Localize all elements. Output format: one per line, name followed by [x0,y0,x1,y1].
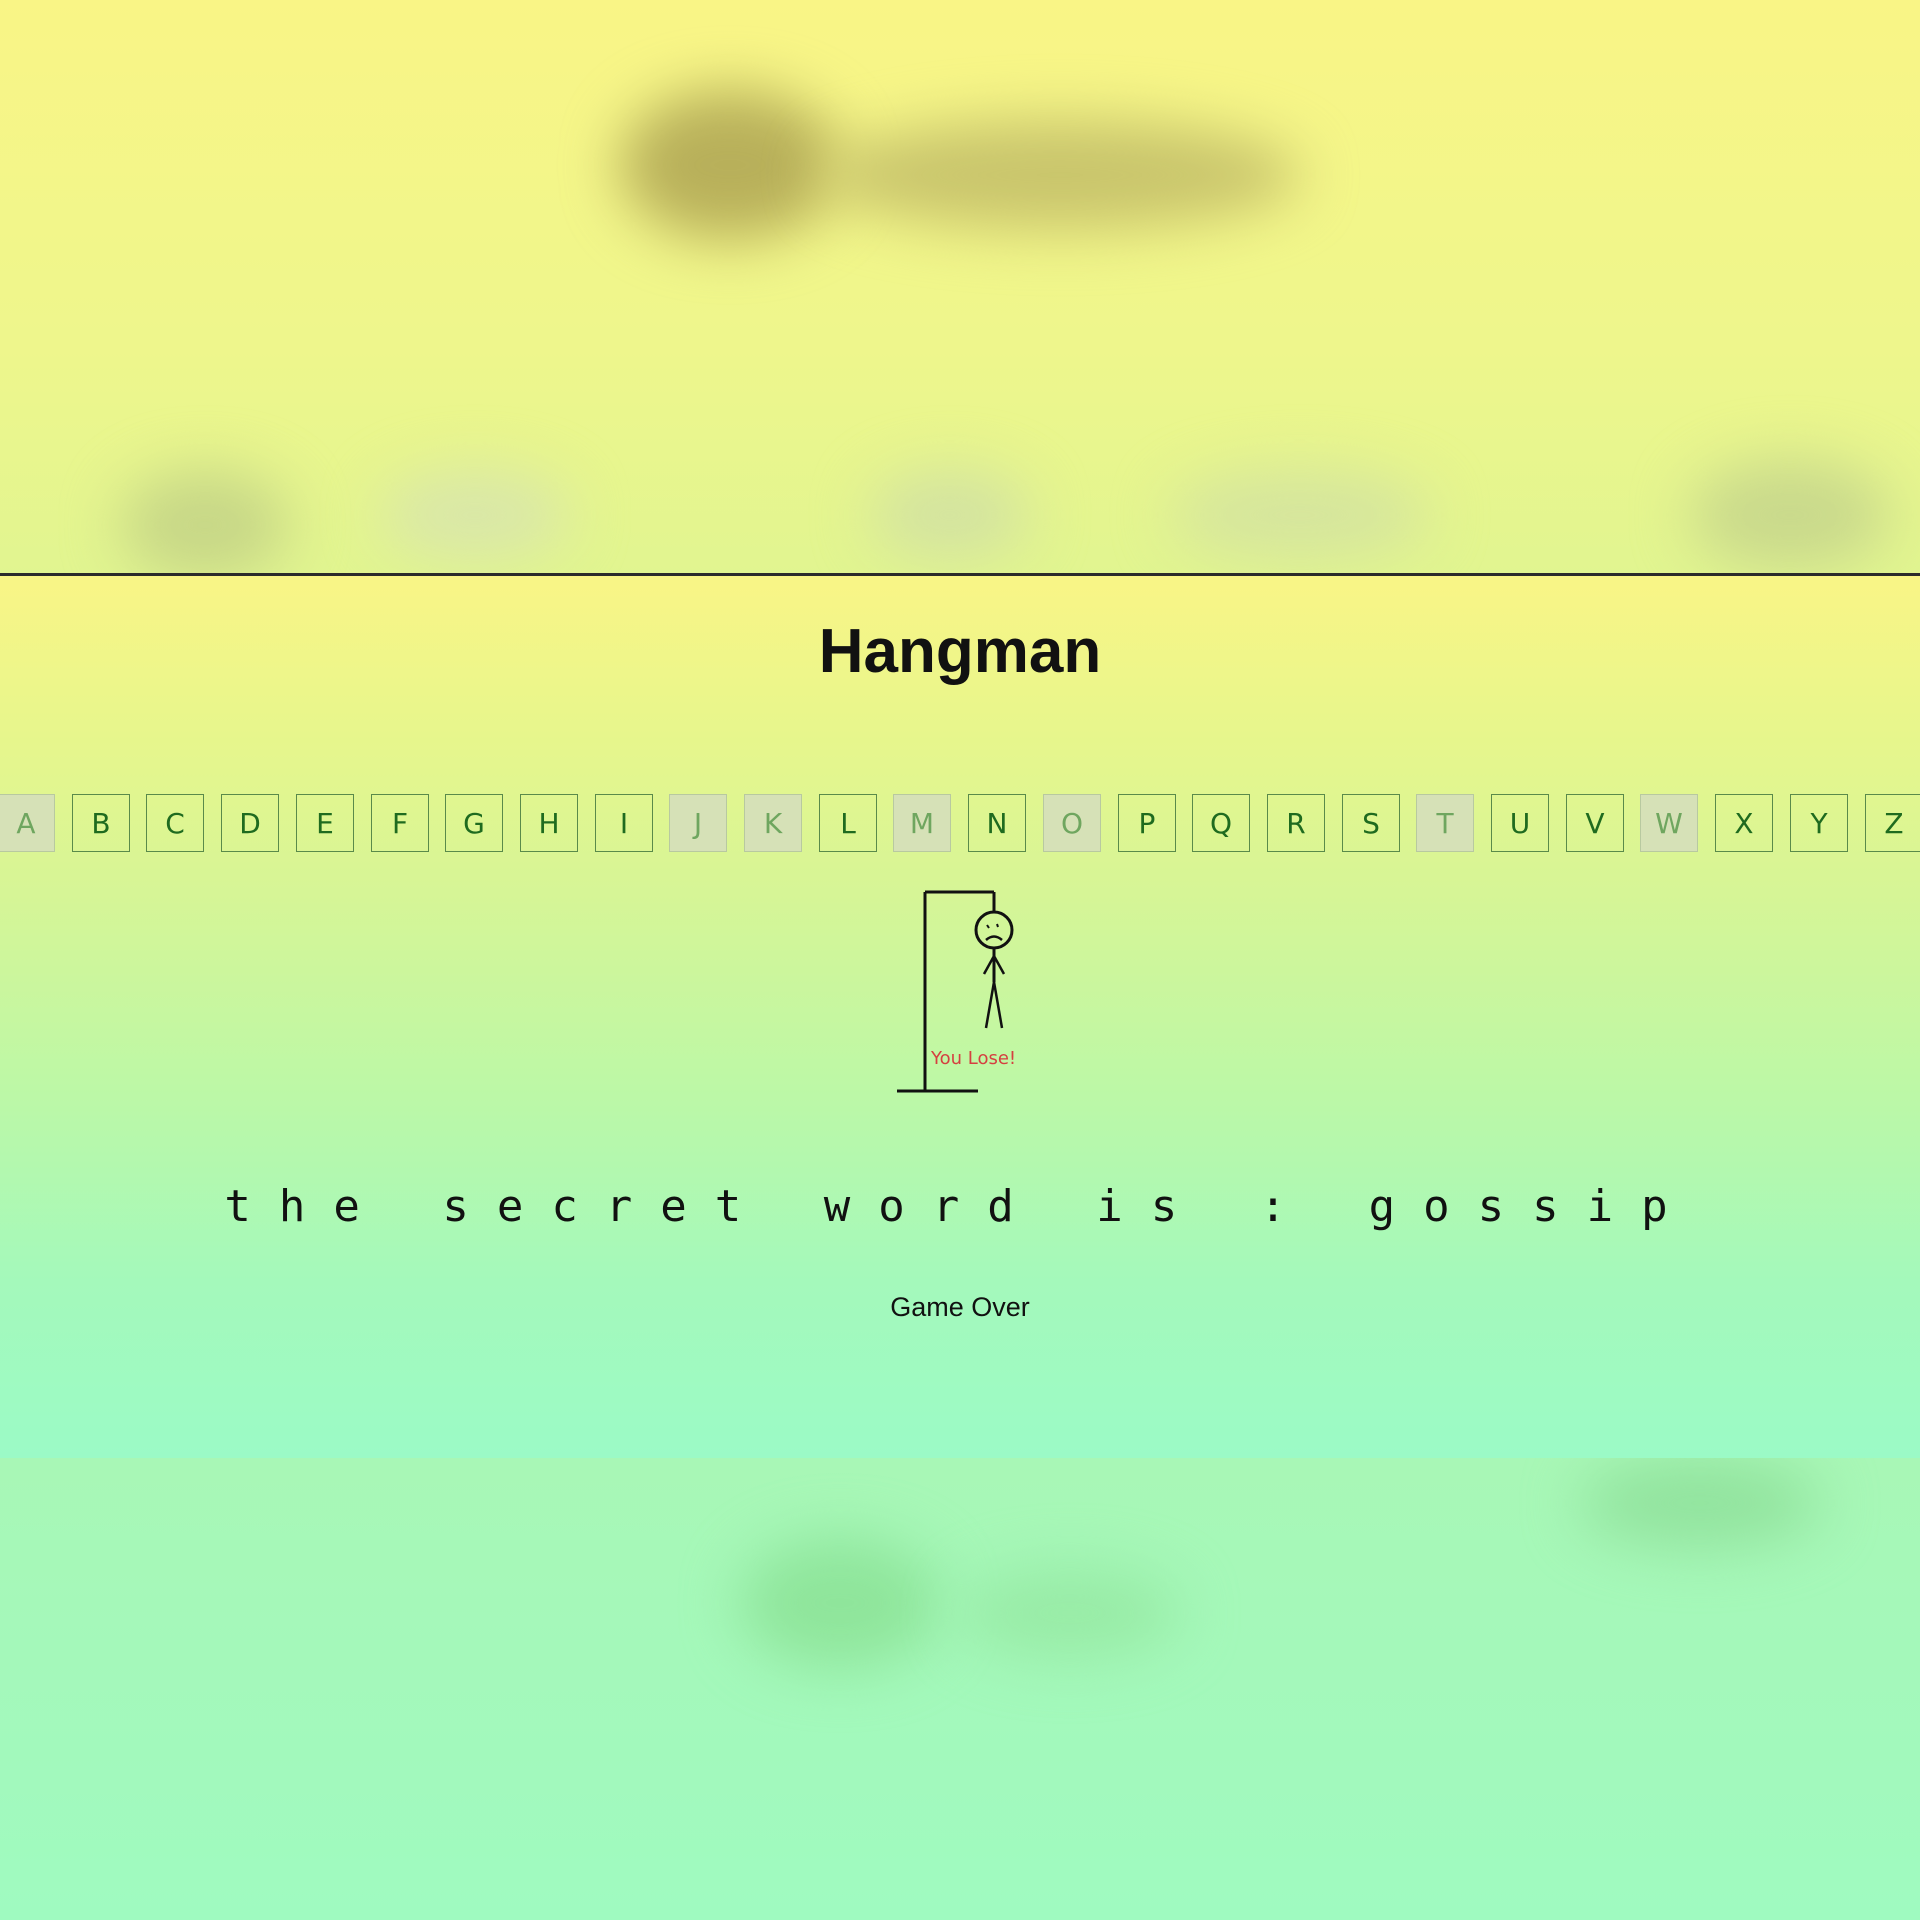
blurred-shape [1170,470,1430,560]
letter-button-u[interactable]: U [1491,794,1549,852]
secret-word-reveal: the secret word is : gossip [224,1181,1696,1232]
letter-button-f[interactable]: F [371,794,429,852]
hangman-frown [985,935,1003,941]
letter-button-v[interactable]: V [1566,794,1624,852]
blurred-shape [120,470,290,575]
hangman-left-leg [984,981,996,1029]
hangman-eye [986,924,990,929]
blurred-shape [740,1538,940,1668]
lose-message: You Lose! [930,1048,1016,1069]
letter-button-x[interactable]: X [1715,794,1773,852]
blurred-shape [870,470,1030,560]
letter-button-d[interactable]: D [221,794,279,852]
letter-button-q[interactable]: Q [1192,794,1250,852]
letter-button-m[interactable]: M [893,794,951,852]
letter-button-c[interactable]: C [146,794,204,852]
letter-button-w[interactable]: W [1640,794,1698,852]
hangman-right-leg [992,981,1004,1029]
letter-button-k[interactable]: K [744,794,802,852]
letter-button-z[interactable]: Z [1865,794,1920,852]
blurred-backdrop-top [0,0,1920,575]
letter-button-o[interactable]: O [1043,794,1101,852]
letter-button-l[interactable]: L [819,794,877,852]
letter-button-b[interactable]: B [72,794,130,852]
letter-keyboard: ABCDEFGHIJKLMNOPQRSTUVWXYZ [0,794,1920,854]
blurred-shape [620,90,840,240]
page-title: Hangman [818,617,1102,686]
hangman-eye [996,923,999,928]
blurred-shape [820,120,1300,230]
letter-button-j[interactable]: J [669,794,727,852]
letter-button-t[interactable]: T [1416,794,1474,852]
letter-button-i[interactable]: I [595,794,653,852]
blurred-shape [1580,1458,1820,1548]
letter-button-r[interactable]: R [1267,794,1325,852]
hangman-head [974,910,1014,950]
blurred-shape [380,470,570,560]
game-status: Game Over [890,1292,1030,1322]
letter-button-n[interactable]: N [968,794,1026,852]
hangman-game: Hangman ABCDEFGHIJKLMNOPQRSTUVWXYZ You L… [0,576,1920,1458]
letter-button-s[interactable]: S [1342,794,1400,852]
letter-button-g[interactable]: G [445,794,503,852]
letter-button-h[interactable]: H [520,794,578,852]
hangman-drawing: You Lose! [897,890,1016,1093]
blurred-shape [1690,460,1890,570]
blurred-backdrop-bottom [0,1458,1920,1920]
letter-button-e[interactable]: E [296,794,354,852]
blurred-shape [960,1568,1180,1658]
letter-button-p[interactable]: P [1118,794,1176,852]
letter-button-a[interactable]: A [0,794,55,852]
letter-button-y[interactable]: Y [1790,794,1848,852]
